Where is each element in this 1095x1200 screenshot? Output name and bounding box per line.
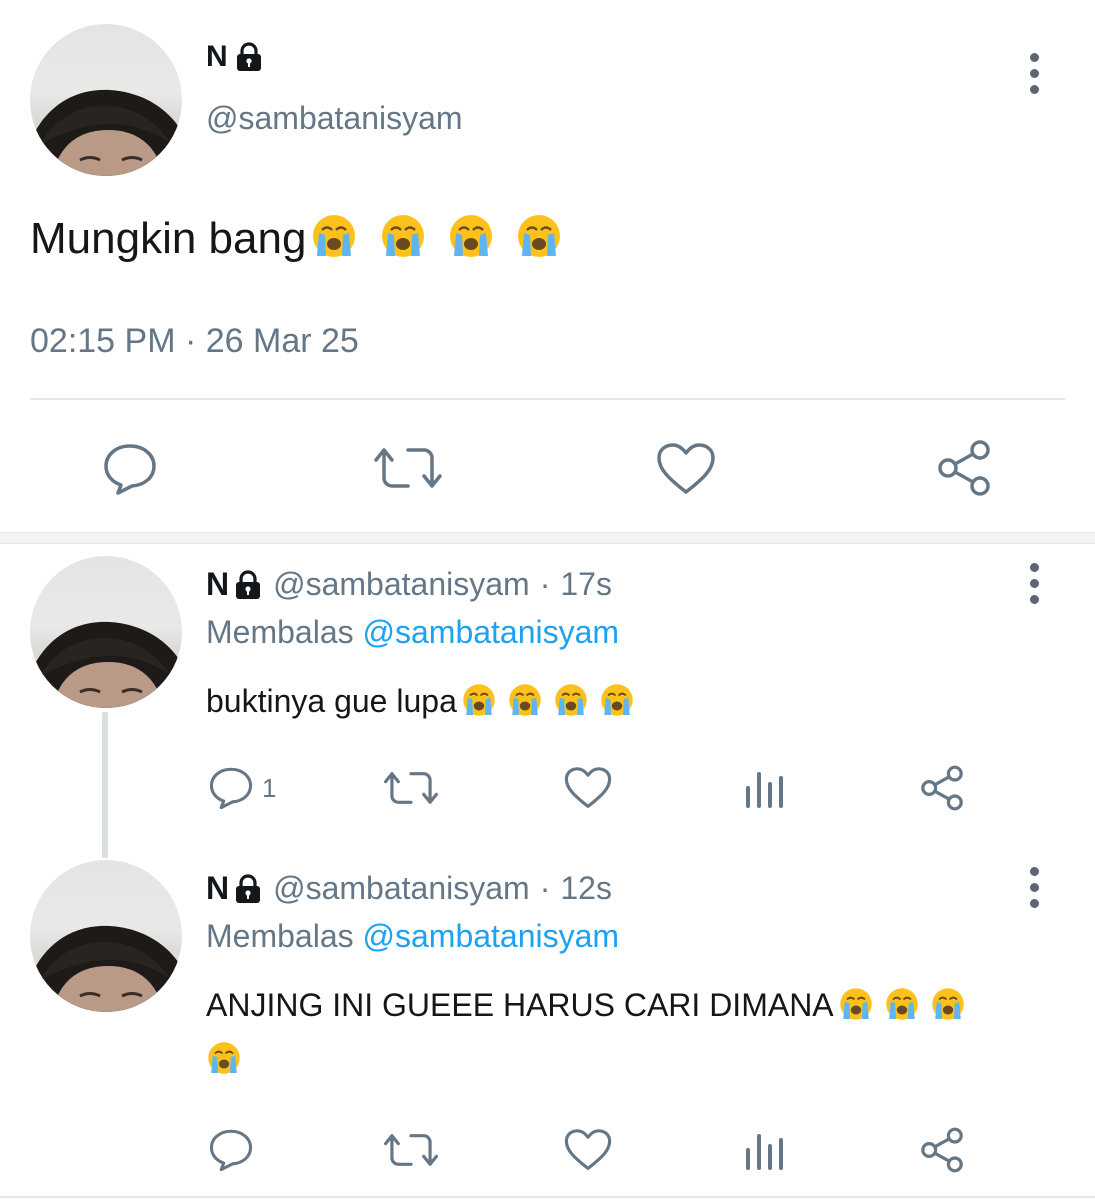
reply-text-content: buktinya gue lupa	[206, 683, 457, 719]
crying-face-emoji	[839, 988, 872, 1020]
reply-icon	[209, 767, 253, 810]
analytics-icon	[746, 1134, 783, 1170]
share-button[interactable]	[934, 438, 994, 498]
time-separator: ·	[539, 566, 551, 602]
retweet-icon	[384, 772, 438, 804]
like-icon	[564, 1129, 612, 1170]
like-button[interactable]	[564, 1128, 612, 1172]
reply-header: N @sambatanisyam · 12s	[206, 870, 612, 907]
avatar-photo	[30, 621, 182, 708]
crying-face-emoji	[463, 684, 495, 716]
reply-text: ANJING INI GUEEE HARUS CARI DIMANA	[206, 978, 1056, 1086]
avatar-photo	[30, 89, 182, 176]
author-handle[interactable]: @sambatanisyam	[273, 566, 530, 603]
section-separator	[0, 532, 1095, 544]
mention-link[interactable]: @sambatanisyam	[363, 614, 620, 650]
time-separator: ·	[539, 870, 551, 906]
lock-icon	[236, 873, 261, 903]
reply-count: 1	[262, 772, 277, 803]
divider	[30, 398, 1065, 400]
crying-face-emoji	[381, 215, 424, 257]
lock-icon	[236, 569, 261, 599]
more-icon-dot	[1029, 898, 1039, 908]
author-handle[interactable]: @sambatanisyam	[206, 100, 463, 137]
analytics-button[interactable]	[744, 1130, 786, 1170]
thread-connector-line	[102, 712, 108, 858]
tweet-thread-page: N @sambatanisyam Mungkin bang 02:15 PM ·…	[0, 0, 1095, 1200]
avatar[interactable]	[30, 24, 182, 176]
avatar[interactable]	[30, 556, 182, 708]
relative-time[interactable]: 17s	[560, 566, 612, 603]
retweet-button[interactable]	[384, 768, 438, 808]
crying-face-emoji	[555, 684, 587, 716]
divider	[0, 1196, 1095, 1198]
crying-face-emoji	[509, 684, 541, 716]
more-icon-dot	[1029, 52, 1039, 62]
author-name[interactable]: N	[206, 566, 229, 603]
crying-emoji-group	[306, 212, 563, 265]
relative-time[interactable]: 12s	[560, 870, 612, 907]
lock-icon	[236, 42, 261, 71]
avatar[interactable]	[30, 860, 182, 1012]
more-icon-dot	[1029, 68, 1039, 78]
share-icon	[921, 1127, 963, 1173]
replying-to: Membalas @sambatanisyam	[206, 614, 619, 651]
replying-to-label: Membalas	[206, 918, 354, 954]
like-button[interactable]	[564, 766, 612, 810]
more-options-button[interactable]	[1019, 560, 1049, 606]
author-name[interactable]: N	[206, 40, 262, 74]
crying-face-emoji	[449, 215, 492, 257]
more-icon-dot	[1029, 594, 1039, 604]
tweet-text: Mungkin bang	[30, 212, 563, 265]
mention-link[interactable]: @sambatanisyam	[363, 918, 620, 954]
reply-icon	[209, 1129, 253, 1172]
crying-face-emoji	[931, 988, 964, 1020]
analytics-icon	[746, 772, 783, 808]
more-options-button[interactable]	[1019, 50, 1049, 96]
more-icon-dot	[1029, 84, 1039, 94]
crying-face-emoji	[208, 1042, 240, 1074]
like-button[interactable]	[656, 442, 716, 496]
tweet-text-content: Mungkin bang	[30, 213, 307, 263]
more-icon-dot	[1029, 866, 1039, 876]
replying-to: Membalas @sambatanisyam	[206, 918, 619, 955]
reply-header: N @sambatanisyam · 17s	[206, 566, 612, 603]
analytics-button[interactable]	[744, 768, 786, 808]
crying-face-emoji	[313, 215, 356, 257]
retweet-button[interactable]	[384, 1130, 438, 1170]
retweet-button[interactable]	[374, 444, 442, 492]
reply-icon	[104, 444, 156, 495]
author-name-text: N	[206, 40, 228, 73]
more-icon-dot	[1029, 578, 1039, 588]
crying-face-emoji	[518, 215, 561, 257]
author-handle[interactable]: @sambatanisyam	[273, 870, 530, 907]
retweet-icon	[374, 448, 442, 488]
reply-text: buktinya gue lupa	[206, 674, 1056, 728]
author-name[interactable]: N	[206, 870, 229, 907]
tweet-timestamp[interactable]: 02:15 PM · 26 Mar 25	[30, 322, 359, 361]
share-icon	[938, 440, 990, 496]
like-icon	[564, 767, 612, 808]
crying-face-emoji	[885, 988, 918, 1020]
like-icon	[657, 443, 715, 494]
replying-to-label: Membalas	[206, 614, 354, 650]
retweet-icon	[384, 1134, 438, 1166]
reply-button[interactable]: 1	[208, 766, 276, 810]
crying-face-emoji	[601, 684, 633, 716]
reply-button[interactable]	[102, 442, 158, 496]
more-icon-dot	[1029, 882, 1039, 892]
share-button[interactable]	[918, 1126, 966, 1174]
more-icon-dot	[1029, 562, 1039, 572]
reply-text-content: ANJING INI GUEEE HARUS CARI DIMANA	[206, 987, 834, 1023]
more-options-button[interactable]	[1019, 864, 1049, 910]
share-button[interactable]	[918, 764, 966, 812]
avatar-photo	[30, 925, 182, 1012]
share-icon	[921, 765, 963, 811]
reply-button[interactable]	[208, 1128, 254, 1172]
